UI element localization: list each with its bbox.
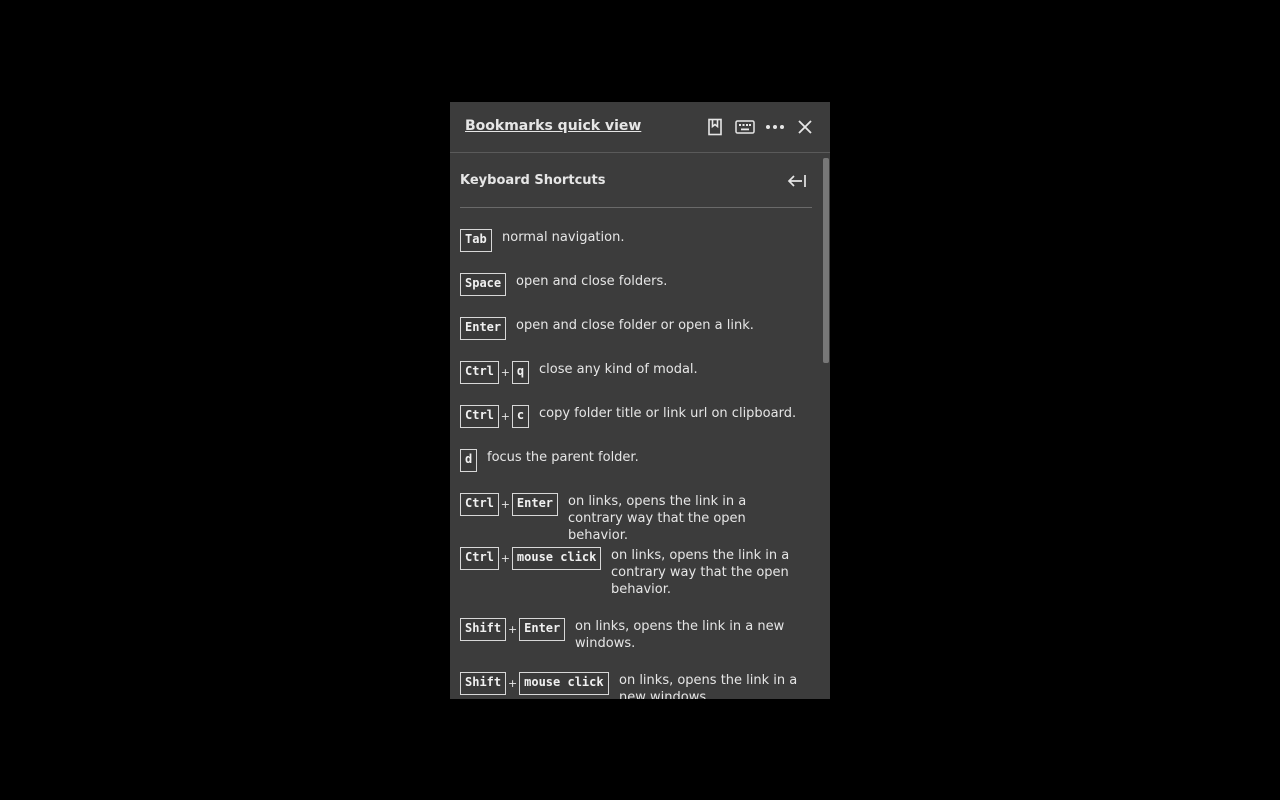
close-icon[interactable] bbox=[793, 115, 817, 139]
shortcut-keys: Shift + mouse click bbox=[460, 672, 609, 695]
shortcut-description: close any kind of modal. bbox=[539, 362, 698, 377]
section-header: Keyboard Shortcuts bbox=[460, 153, 812, 208]
shortcut-keys: Enter bbox=[460, 317, 507, 340]
key-cap: Ctrl bbox=[460, 361, 499, 384]
key-cap: Shift bbox=[460, 672, 507, 695]
key-separator: + bbox=[508, 623, 518, 636]
key-cap: Enter bbox=[460, 317, 507, 340]
key-cap: Ctrl bbox=[460, 405, 499, 428]
shortcut-keys: Ctrl + q bbox=[460, 361, 530, 384]
shortcut-keys: d bbox=[460, 449, 478, 472]
key-separator: + bbox=[500, 498, 511, 511]
key-cap: Enter bbox=[511, 493, 559, 516]
key-cap: Space bbox=[460, 273, 507, 296]
keyboard-icon[interactable] bbox=[733, 115, 757, 139]
key-cap: mouse click bbox=[519, 672, 609, 695]
shortcut-description: on links, opens the link in a new window… bbox=[575, 619, 785, 651]
key-cap: Shift bbox=[460, 618, 507, 641]
scrollbar[interactable] bbox=[822, 158, 830, 363]
shortcut-description: normal navigation. bbox=[502, 230, 625, 245]
shortcut-keys: Space bbox=[460, 273, 507, 296]
shortcut-keys: Ctrl + c bbox=[460, 405, 530, 428]
key-cap: Ctrl bbox=[460, 547, 499, 570]
shortcut-keys: Ctrl + Enter bbox=[460, 493, 559, 516]
key-cap: mouse click bbox=[511, 547, 602, 570]
key-cap: Enter bbox=[519, 618, 566, 641]
key-cap: q bbox=[511, 361, 530, 384]
key-cap: d bbox=[460, 449, 478, 472]
shortcut-description: open and close folders. bbox=[516, 274, 668, 289]
bookmarks-popup: Bookmarks quick view Keyboard Shortcuts … bbox=[450, 102, 830, 699]
key-separator: + bbox=[500, 552, 511, 565]
key-cap: c bbox=[511, 405, 530, 428]
more-icon[interactable] bbox=[763, 115, 787, 139]
key-separator: + bbox=[500, 410, 511, 423]
key-separator: + bbox=[508, 677, 518, 690]
key-separator: + bbox=[500, 366, 511, 379]
shortcut-description: on links, opens the link in a new window… bbox=[619, 673, 798, 699]
shortcut-keys: Tab bbox=[460, 229, 492, 252]
shortcut-description: open and close folder or open a link. bbox=[516, 318, 754, 333]
bookmark-icon[interactable] bbox=[703, 115, 727, 139]
key-cap: Ctrl bbox=[460, 493, 499, 516]
bookmarks-quick-view-link[interactable]: Bookmarks quick view bbox=[465, 118, 641, 134]
shortcut-description: on links, opens the link in a contrary w… bbox=[568, 494, 747, 543]
shortcuts-content[interactable]: Keyboard Shortcuts Tab normal navigation.… bbox=[450, 153, 822, 699]
shortcut-description: copy folder title or link url on clipboa… bbox=[539, 406, 797, 421]
shortcut-description: on links, opens the link in a contrary w… bbox=[611, 548, 790, 597]
key-cap: Tab bbox=[460, 229, 492, 252]
shortcut-description: focus the parent folder. bbox=[487, 450, 639, 465]
scrollbar-thumb[interactable] bbox=[823, 158, 829, 363]
shortcut-keys: Shift + Enter bbox=[460, 618, 566, 641]
shortcut-keys: Ctrl + mouse click bbox=[460, 547, 602, 570]
section-title: Keyboard Shortcuts bbox=[460, 173, 606, 188]
collapse-left-icon[interactable] bbox=[784, 169, 810, 193]
popup-header: Bookmarks quick view bbox=[450, 102, 830, 153]
